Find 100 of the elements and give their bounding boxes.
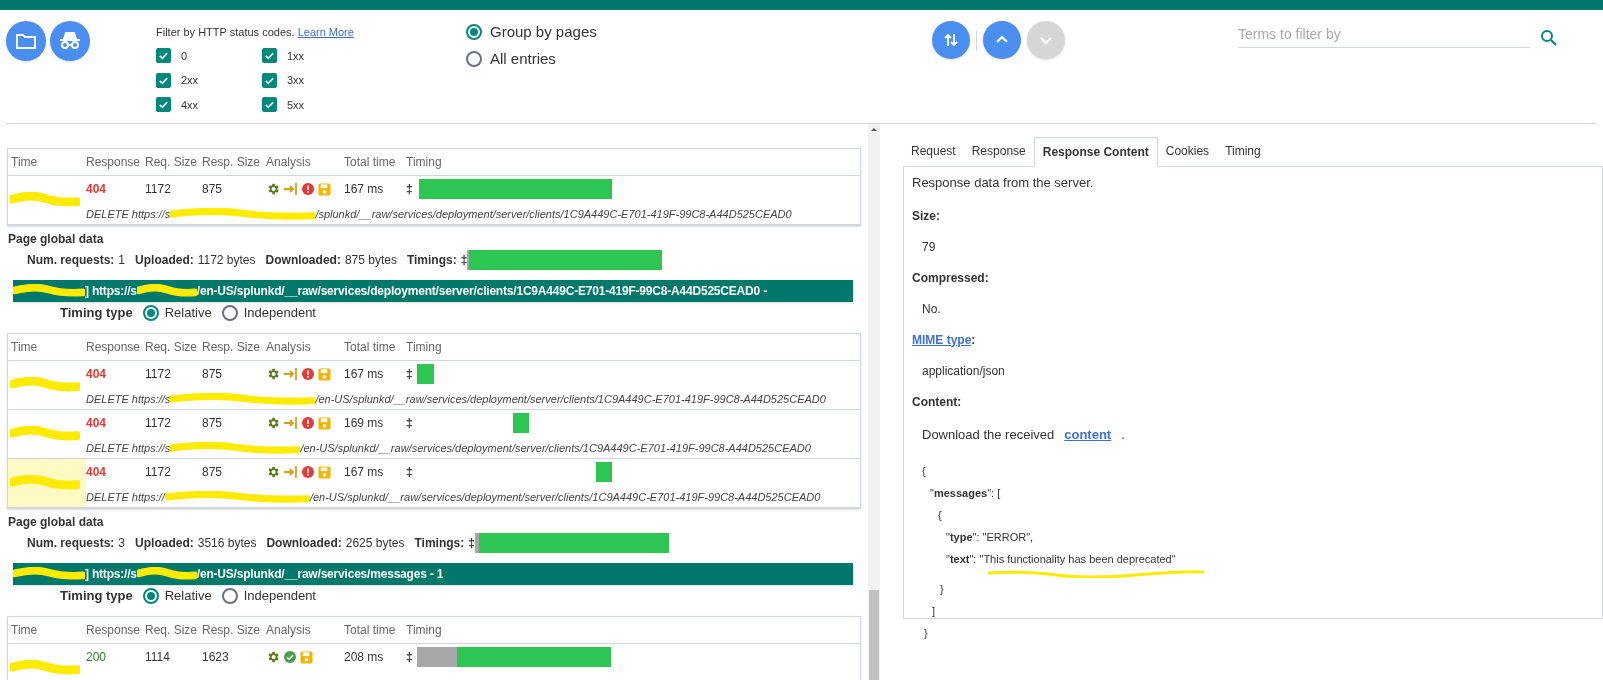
column-header: Resp. Size: [202, 622, 262, 639]
tab[interactable]: Response: [963, 136, 1034, 166]
content-link[interactable]: content: [1064, 424, 1112, 444]
check-icon: [158, 99, 169, 111]
total-time: 208 ms: [344, 649, 385, 666]
timing-bar: [416, 364, 434, 384]
radio-label: Group by pages: [490, 22, 597, 42]
arrow-to-bar-icon: [284, 182, 298, 196]
section-title: Page global data: [8, 231, 105, 248]
status-code: 404: [86, 415, 108, 432]
radio-label: Independent: [243, 304, 316, 323]
checkbox[interactable]: [156, 97, 171, 113]
tab[interactable]: Response Content: [1033, 137, 1158, 167]
tab[interactable]: Timing: [1217, 136, 1269, 166]
stat-value: 1: [118, 252, 126, 269]
request-size: 1172: [145, 366, 172, 383]
column-header: Response: [86, 154, 142, 171]
column-header: Time: [10, 622, 39, 639]
request-url: /en-US/splunkd/__raw/services/deployment/server/clients/1C9A449C-E701-419F-99C8-A44D525CEAD0: [309, 490, 821, 506]
request-size: 1114: [145, 649, 171, 666]
status-filter-label: 1xx: [287, 48, 305, 64]
open-file-button[interactable]: [6, 21, 46, 61]
page-url: ] https://s: [85, 566, 137, 583]
scrollbar[interactable]: [868, 124, 880, 680]
json-line: "messages": [: [930, 486, 1002, 501]
timing-marker: ‡: [406, 464, 413, 481]
field-label: Content:: [912, 393, 963, 411]
save-icon: [318, 182, 331, 196]
incognito-button[interactable]: [50, 21, 90, 61]
folder-icon: [16, 33, 36, 49]
column-header: Timing: [406, 154, 443, 171]
timing-marker: ‡: [406, 415, 413, 432]
stat-label: Timings:: [414, 535, 465, 552]
field-label: Compressed:: [912, 269, 989, 287]
status-filter-label: 2xx: [181, 73, 199, 88]
save-icon: [300, 650, 313, 664]
stat-label: Downloaded:: [266, 535, 342, 552]
page-header-bar[interactable]: ] https://s /en-US/splunkd/__raw/services/messages - 1: [13, 563, 853, 585]
redaction-mark: [10, 426, 80, 442]
tab[interactable]: Cookies: [1157, 136, 1218, 166]
page-url: /en-US/splunkd/__raw/services/deployment/server/clients/1C9A449C-E701-419F-99C8-A44D525CEAD0 -: [196, 283, 767, 300]
stat-label: Num. requests:: [27, 252, 115, 269]
field-value: 79: [921, 238, 937, 256]
sort-button[interactable]: [932, 21, 970, 59]
status-filter-label: 3xx: [287, 73, 305, 88]
gear-icon: [266, 650, 280, 664]
radio-button[interactable]: [142, 305, 159, 321]
response-size: 1623: [202, 649, 230, 666]
checkbox[interactable]: [262, 48, 277, 64]
column-header: Total time: [344, 622, 397, 639]
page-header-bar[interactable]: ] https://s /en-US/splunkd/__raw/services/deployment/server/clients/1C9A449C-E701-419F-99C8-A44D525CEAD0 -: [13, 280, 853, 302]
request-url: DELETE https://s: [86, 392, 171, 408]
checkbox[interactable]: [262, 97, 277, 113]
column-header: Req. Size: [145, 154, 199, 171]
scrollbar-thumb[interactable]: [869, 590, 879, 680]
previous-button[interactable]: [983, 21, 1021, 59]
field-label: Size:: [912, 207, 940, 225]
gear-icon: [266, 465, 280, 479]
status-code: 404: [86, 181, 108, 198]
column-header: Total time: [344, 339, 397, 356]
column-header: Analysis: [266, 339, 312, 356]
redaction-mark: [10, 377, 80, 393]
stat-label: Uploaded:: [135, 252, 194, 269]
request-size: 1172: [145, 464, 172, 481]
request-url: /en-US/splunkd/__raw/services/deployment/server/clients/1C9A449C-E701-419F-99C8-A44D525CEAD0: [300, 441, 811, 457]
download-text: Download the received: [922, 425, 1055, 444]
radio-button[interactable]: [221, 588, 238, 604]
total-time: 167 ms: [344, 464, 385, 481]
learn-more-link[interactable]: Learn More: [297, 26, 354, 38]
stat-value: 3516 bytes: [197, 535, 257, 552]
search-field[interactable]: Terms to filter by: [1238, 20, 1530, 48]
json-line: "text": "This functionality has been deprecated": [946, 552, 1177, 567]
request-url: /splunkd/__raw/services/deployment/server/clients/1C9A449C-E701-419F-99C8-A44D525CEAD0: [315, 207, 792, 223]
tab[interactable]: Request: [903, 136, 964, 166]
exclamation-icon: [302, 183, 314, 195]
column-header: Resp. Size: [202, 339, 262, 356]
radio-button[interactable]: [142, 588, 159, 604]
redaction-mark: [136, 284, 197, 298]
status-code: 404: [86, 366, 108, 383]
status-code: 200: [86, 649, 108, 666]
radio-button[interactable]: [466, 24, 482, 41]
checkbox[interactable]: [262, 72, 277, 88]
save-icon: [318, 367, 331, 381]
check-icon: [264, 99, 275, 111]
checkbox[interactable]: [156, 72, 171, 88]
timing-bar: [512, 413, 529, 433]
stat-label: Uploaded:: [135, 535, 194, 552]
response-size: 875: [202, 415, 224, 432]
json-line: {: [922, 464, 927, 479]
column-header: Resp. Size: [202, 154, 262, 171]
exclamation-icon: [302, 417, 314, 429]
checkbox[interactable]: [156, 48, 171, 64]
radio-label: Relative: [164, 304, 212, 323]
arrow-to-bar-icon: [284, 367, 298, 381]
stat-value: 3: [118, 535, 126, 552]
total-time: 167 ms: [344, 181, 385, 198]
response-size: 875: [202, 464, 224, 481]
radio-button[interactable]: [466, 50, 482, 67]
redaction-mark: [13, 567, 85, 581]
radio-button[interactable]: [221, 305, 238, 321]
